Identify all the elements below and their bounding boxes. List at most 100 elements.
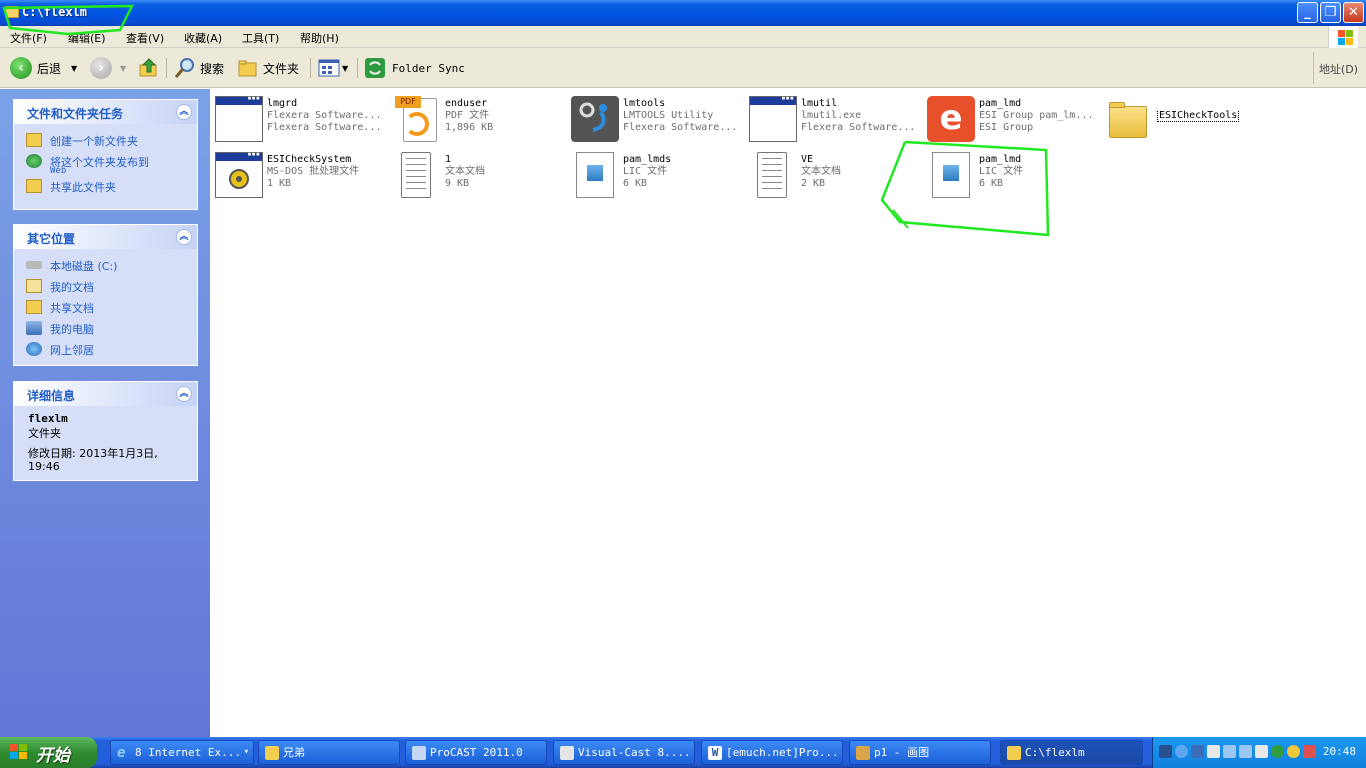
file-item[interactable]: e pam_lmd ESI Group pam_lm... ESI Group xyxy=(927,94,1102,144)
ie-icon: e xyxy=(117,745,126,761)
task-paint[interactable]: p1 - 画图 xyxy=(849,740,991,765)
close-button[interactable]: ✕ xyxy=(1343,2,1364,23)
file-item[interactable]: ESICheckSystemMS-DOS 批处理文件1 KB xyxy=(215,150,390,200)
file-item[interactable]: 1 文本文档 9 KB xyxy=(393,150,568,200)
task-label: p1 - 画图 xyxy=(874,746,930,759)
network-icon[interactable] xyxy=(1223,745,1236,758)
file-desc: LIC 文件 xyxy=(623,166,668,177)
file-item[interactable]: lmgrdFlexera Software...Flexera Software… xyxy=(215,94,390,144)
collapse-chevron-icon[interactable]: ︽ xyxy=(176,386,192,402)
task-visual-cast[interactable]: Visual-Cast 8.... xyxy=(553,740,695,765)
menu-file[interactable]: 文件(F) xyxy=(10,30,47,46)
task-folder-xiongdi[interactable]: 兄弟 xyxy=(258,740,400,765)
qq-icon[interactable] xyxy=(1207,745,1220,758)
text-document-icon xyxy=(757,152,787,198)
tray-app-icon[interactable] xyxy=(1303,745,1316,758)
group-dropdown-icon[interactable]: ▾ xyxy=(244,741,249,764)
text-document-icon xyxy=(401,152,431,198)
folder-sync-button[interactable]: Folder Sync xyxy=(364,56,465,80)
network-icon xyxy=(26,342,42,356)
file-item[interactable]: lmutillmutil.exeFlexera Software... xyxy=(749,94,924,144)
file-item[interactable]: pam_lmd LIC 文件 6 KB xyxy=(927,150,1102,200)
other-places-header[interactable]: 其它位置 ︽ xyxy=(14,225,197,249)
keyboard-icon[interactable] xyxy=(1159,745,1172,758)
file-meta: 2 KB xyxy=(801,178,826,189)
my-documents-icon xyxy=(26,279,42,293)
task-pane: 文件和文件夹任务 ︽ 创建一个新文件夹 将这个文件夹发布到 Web 共享此文件夹… xyxy=(0,89,210,737)
forward-dropdown-icon[interactable]: ▼ xyxy=(120,64,126,73)
menu-edit[interactable]: 编辑(E) xyxy=(68,30,106,46)
file-tasks-header[interactable]: 文件和文件夹任务 ︽ xyxy=(14,100,197,124)
forward-button[interactable]: › ▼ xyxy=(90,56,126,80)
views-button[interactable]: ▼ xyxy=(318,56,348,80)
place-my-computer[interactable]: 我的电脑 xyxy=(26,321,187,337)
other-places-title: 其它位置 xyxy=(27,232,76,246)
up-folder-icon xyxy=(139,58,157,77)
menu-tools[interactable]: 工具(T) xyxy=(242,30,279,46)
paint-icon xyxy=(856,746,870,760)
share-folder-link[interactable]: 共享此文件夹 xyxy=(26,179,187,195)
collapse-chevron-icon[interactable]: ︽ xyxy=(176,104,192,120)
file-item[interactable]: lmtools LMTOOLS Utility Flexera Software..… xyxy=(571,94,746,144)
folder-sync-icon xyxy=(365,58,385,78)
tray-collapse-icon[interactable] xyxy=(1175,745,1188,758)
place-my-documents[interactable]: 我的文档 xyxy=(26,279,187,295)
clock[interactable]: 20:48 xyxy=(1323,745,1356,758)
collapse-chevron-icon[interactable]: ︽ xyxy=(176,229,192,245)
pdf-icon: PDF xyxy=(393,96,441,142)
task-label: 8 Internet Ex... xyxy=(135,746,241,759)
lmtools-icon xyxy=(571,96,619,142)
file-item[interactable]: PDF enduser PDF 文件 1,896 KB xyxy=(393,94,568,144)
menu-help[interactable]: 帮助(H) xyxy=(300,30,339,46)
task-procast[interactable]: ProCAST 2011.0 xyxy=(405,740,547,765)
file-meta: 6 KB xyxy=(623,178,648,189)
file-meta: 1 KB xyxy=(267,178,292,189)
network-icon[interactable] xyxy=(1239,745,1252,758)
address-label[interactable]: 地址(D) xyxy=(1319,61,1358,77)
network-disconnected-icon[interactable] xyxy=(1191,745,1204,758)
search-button[interactable]: 搜索 xyxy=(174,56,224,80)
details-title: 详细信息 xyxy=(27,389,76,403)
folders-button[interactable]: 文件夹 xyxy=(237,56,299,80)
details-header[interactable]: 详细信息 ︽ xyxy=(14,382,197,406)
file-meta: Flexera Software... xyxy=(801,122,916,133)
back-label: 后退 xyxy=(37,61,62,76)
task-flexlm-folder[interactable]: C:\flexlm xyxy=(1000,740,1143,765)
toolbar-separator xyxy=(166,58,167,78)
taskbar: 开始 e 8 Internet Ex... ▾ 兄弟 ProCAST 2011.… xyxy=(0,737,1366,768)
place-local-disk[interactable]: 本地磁盘 (C:) xyxy=(26,258,187,274)
file-name: lmgrd xyxy=(267,98,298,109)
file-item[interactable]: pam_lmds LIC 文件 6 KB xyxy=(571,150,746,200)
place-my-documents-label: 我的文档 xyxy=(50,281,94,294)
task-word-document[interactable]: W [emuch.net]Pro... xyxy=(701,740,843,765)
folder-icon xyxy=(1007,746,1021,760)
file-item[interactable]: ESICheckTools xyxy=(1105,94,1280,144)
forward-arrow-icon: › xyxy=(90,57,112,79)
place-my-computer-label: 我的电脑 xyxy=(50,323,94,336)
place-network[interactable]: 网上邻居 xyxy=(26,342,187,358)
plus-icon[interactable] xyxy=(1287,745,1300,758)
window-title: C:\flexlm xyxy=(22,5,88,19)
new-folder-link[interactable]: 创建一个新文件夹 xyxy=(26,133,187,149)
minimize-button[interactable]: _ xyxy=(1297,2,1318,23)
toolbar-separator xyxy=(357,58,358,78)
start-button[interactable]: 开始 xyxy=(0,737,97,768)
display-icon[interactable] xyxy=(1255,745,1268,758)
security-shield-icon[interactable] xyxy=(1271,745,1284,758)
menu-favorites[interactable]: 收藏(A) xyxy=(184,30,222,46)
share-folder-label: 共享此文件夹 xyxy=(50,181,116,194)
file-meta: 1,896 KB xyxy=(445,122,494,133)
back-button[interactable]: ‹ 后退 ▼ xyxy=(10,56,77,80)
file-desc: lmutil.exe xyxy=(801,110,862,121)
windows-logo-icon xyxy=(1328,26,1358,48)
file-name: lmtools xyxy=(623,98,666,109)
task-internet-explorer[interactable]: e 8 Internet Ex... ▾ xyxy=(110,740,254,765)
menu-view[interactable]: 查看(V) xyxy=(126,30,164,46)
restore-button[interactable]: ❐ xyxy=(1320,2,1341,23)
up-folder-button[interactable] xyxy=(138,56,160,80)
file-list: lmgrdFlexera Software...Flexera Software… xyxy=(210,89,1366,737)
disk-icon xyxy=(26,261,42,269)
file-item[interactable]: VE 文本文档 2 KB xyxy=(749,150,924,200)
place-shared-documents[interactable]: 共享文档 xyxy=(26,300,187,316)
back-dropdown-icon[interactable]: ▼ xyxy=(71,64,77,73)
